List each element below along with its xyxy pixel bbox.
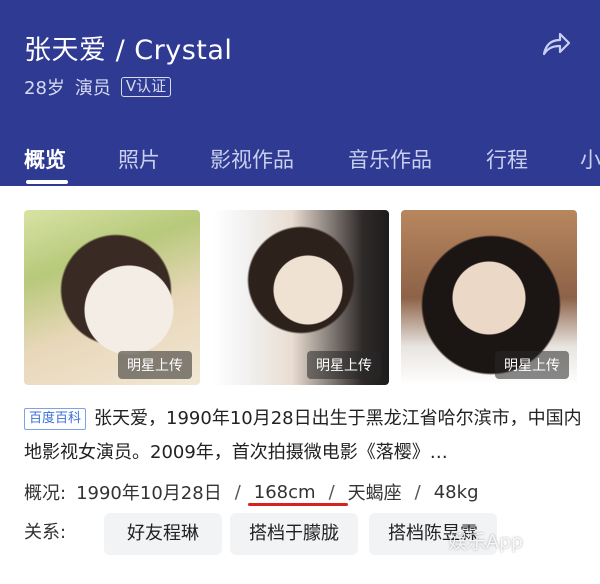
height-text: 168cm <box>253 481 316 503</box>
occupation-text: 演员 <box>74 78 111 99</box>
separator: / <box>234 481 241 503</box>
relation-chip[interactable]: 好友程琳 <box>104 513 222 555</box>
facts-label: 概况: <box>24 483 67 504</box>
tab-film-works[interactable]: 影视作品 <box>210 144 294 174</box>
tab-bar: 概览 照片 影视作品 音乐作品 行程 小 <box>0 138 600 186</box>
active-tab-indicator <box>26 180 68 184</box>
intro-text: 张天爱，1990年10月28日出生于黑龙江省哈尔滨市，中国内地影视女演员。200… <box>24 408 582 463</box>
source-badge: 百度百科 <box>24 408 87 430</box>
tab-more[interactable]: 小 <box>580 144 600 174</box>
age-text: 28岁 <box>24 78 65 99</box>
birthday-text: 1990年10月28日 <box>76 483 222 504</box>
celebrity-name: 张天爱 / Crystal <box>24 35 233 66</box>
photo-card[interactable]: 明星上传 <box>24 210 200 385</box>
photo-source-tag: 明星上传 <box>495 351 569 379</box>
intro-paragraph[interactable]: 百度百科 张天爱，1990年10月28日出生于黑龙江省哈尔滨市，中国内地影视女演员… <box>24 402 584 470</box>
share-icon[interactable] <box>538 30 572 60</box>
photo-source-tag: 明星上传 <box>118 351 192 379</box>
profile-subtitle: 28岁 演员 V认证 <box>24 75 172 99</box>
verified-badge: V认证 <box>120 77 172 97</box>
tab-schedule[interactable]: 行程 <box>486 144 528 174</box>
watermark-logo: 娱乐App <box>448 531 524 553</box>
profile-header: 张天爱 / Crystal 28岁 演员 V认证 概览 照片 影视作品 音乐作品… <box>0 0 600 186</box>
separator: / <box>328 481 335 503</box>
photo-card[interactable]: 明星上传 <box>213 210 389 385</box>
height-highlight-underline <box>248 503 348 506</box>
zodiac-text: 天蝎座 <box>347 483 402 504</box>
weight-text: 48kg <box>433 481 479 503</box>
photo-source-tag: 明星上传 <box>307 351 381 379</box>
tab-overview[interactable]: 概览 <box>24 144 66 174</box>
relations-label: 关系: <box>24 522 67 543</box>
tab-photos[interactable]: 照片 <box>118 144 160 174</box>
tab-music-works[interactable]: 音乐作品 <box>348 144 432 174</box>
separator: / <box>414 481 421 503</box>
relation-chip[interactable]: 搭档于朦胧 <box>230 513 358 555</box>
photo-card[interactable]: 明星上传 <box>401 210 577 385</box>
